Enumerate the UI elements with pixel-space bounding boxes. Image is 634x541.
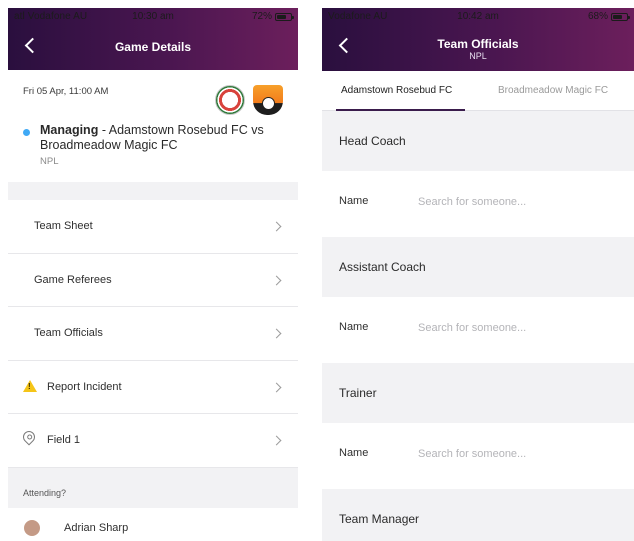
chevron-right-icon (271, 328, 282, 339)
section-assistant-coach: Assistant Coach (322, 237, 634, 297)
assistant-coach-field: Name (322, 297, 634, 363)
trainer-field: Name (322, 423, 634, 489)
menu-item-label: Team Sheet (34, 220, 93, 232)
battery-indicator: 72% (251, 11, 294, 22)
tab-adamstown-rosebud[interactable]: Adamstown Rosebud FC (341, 85, 452, 96)
menu-item-label: Field 1 (47, 434, 81, 446)
menu-item-game-referees[interactable]: Game Referees (8, 253, 298, 307)
game-matchup: Managing - Adamstown Rosebud FC vs Broad… (40, 123, 285, 153)
trainer-search-input[interactable] (418, 443, 618, 465)
head-coach-field: Name (322, 171, 634, 237)
head-coach-search-input[interactable] (418, 191, 618, 213)
league-label: NPL (40, 156, 59, 167)
attending-section-header: Attending? (8, 467, 298, 508)
away-club-logo (253, 85, 283, 115)
name-label: Name (339, 447, 369, 459)
page-title: Team Officials (437, 37, 519, 51)
menu-item-report-incident[interactable]: Report Incident (8, 360, 298, 414)
menu-item-label: Report Incident (47, 380, 122, 393)
status-bar: atl Vodafone AU 10:30 am 72% (8, 8, 298, 26)
team-tabs: Adamstown Rosebud FC Broadmeadow Magic F… (322, 71, 634, 111)
game-card: Fri 05 Apr, 11:00 AM Managing - Adamstow… (8, 70, 298, 182)
chevron-right-icon (271, 382, 282, 392)
status-dot-icon (23, 129, 30, 136)
section-head-coach: Head Coach (322, 111, 634, 171)
menu-item-team-sheet[interactable]: Team Sheet (8, 200, 298, 254)
chevron-right-icon (271, 275, 282, 285)
battery-percent: 72% (251, 11, 272, 22)
managing-status: Managing (40, 123, 99, 137)
name-label: Name (339, 321, 369, 333)
battery-icon (275, 12, 294, 21)
battery-percent: 68% (587, 11, 608, 22)
game-date: Fri 05 Apr, 11:00 AM (23, 86, 109, 97)
menu-item-label: Game Referees (34, 273, 112, 286)
attendee-row[interactable]: Adrian Sharp (8, 507, 298, 541)
warning-icon (23, 379, 37, 392)
avatar (24, 519, 40, 536)
chevron-right-icon (271, 435, 282, 446)
section-title: Head Coach (339, 134, 406, 148)
section-title: Team Manager (339, 512, 420, 526)
game-details-screen: atl Vodafone AU 10:30 am 72% Game Detail… (8, 8, 298, 541)
name-label: Name (339, 195, 369, 207)
menu-item-label: Team Officials (34, 327, 103, 339)
section-trainer: Trainer (322, 363, 634, 423)
location-pin-icon (20, 428, 38, 446)
menu-item-team-officials[interactable]: Team Officials (8, 307, 298, 361)
app-header: Vodafone AU 10:42 am 68% Team Officials … (322, 8, 634, 71)
team-officials-screen: Vodafone AU 10:42 am 68% Team Officials … (322, 8, 634, 541)
assistant-coach-search-input[interactable] (418, 317, 618, 339)
section-title: Assistant Coach (339, 260, 426, 274)
battery-fill (613, 14, 622, 19)
app-header: atl Vodafone AU 10:30 am 72% Game Detail… (8, 8, 298, 70)
status-bar: Vodafone AU 10:42 am 68% (322, 8, 634, 26)
section-title: Trainer (339, 386, 377, 400)
page-subtitle: NPL (469, 51, 487, 61)
home-club-logo (215, 85, 245, 115)
battery-fill (277, 14, 287, 19)
attendee-name: Adrian Sharp (64, 521, 129, 534)
chevron-right-icon (271, 221, 282, 232)
menu-item-field[interactable]: Field 1 (8, 414, 298, 468)
section-team-manager: Team Manager (322, 489, 634, 541)
battery-indicator: 68% (587, 11, 630, 22)
tab-broadmeadow-magic[interactable]: Broadmeadow Magic FC (498, 85, 608, 96)
divider (8, 182, 298, 200)
attending-heading: Attending? (23, 487, 67, 498)
page-title: Game Details (114, 40, 192, 54)
battery-icon (611, 12, 630, 21)
